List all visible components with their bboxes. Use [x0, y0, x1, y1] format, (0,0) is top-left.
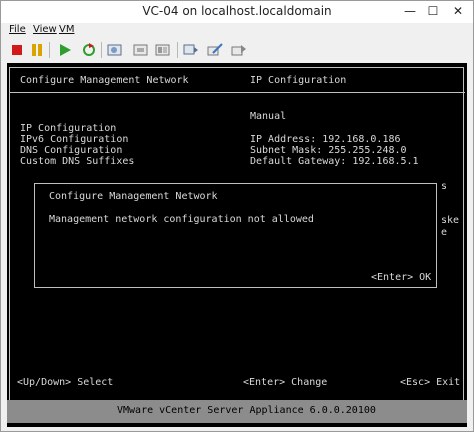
- play-icon: [60, 44, 71, 56]
- menu-bar: File View VM: [1, 23, 473, 39]
- vm-console[interactable]: Configure Management Network IP Configur…: [7, 63, 467, 427]
- status-footer: VMware vCenter Server Appliance 6.0.0.20…: [7, 400, 467, 423]
- console-icon: [183, 44, 198, 55]
- toolbar: [1, 39, 473, 61]
- hint-change: <Enter> Change: [243, 377, 328, 388]
- menu-view[interactable]: View: [33, 24, 57, 35]
- dialog-ok-button[interactable]: <Enter> OK: [371, 272, 431, 284]
- menu-vm[interactable]: VM: [59, 24, 74, 35]
- stop-icon: [12, 45, 22, 55]
- manage-snapshot-icon: [155, 44, 170, 56]
- console-window: VC-04 on localhost.localdomain — ☐ ✕ Fil…: [0, 0, 474, 432]
- pause-icon: [32, 44, 42, 56]
- menu-item-custom-dns-suffixes[interactable]: Custom DNS Suffixes: [20, 156, 134, 168]
- console-button[interactable]: [183, 42, 199, 58]
- toolbar-separator: [49, 42, 50, 58]
- reset-button[interactable]: [81, 42, 97, 58]
- close-button[interactable]: ✕: [445, 3, 471, 19]
- default-gateway: Default Gateway: 192.168.5.1: [250, 156, 419, 167]
- obscured-text-ske: ske: [441, 215, 460, 226]
- revert-snapshot-button[interactable]: [133, 42, 149, 58]
- maximize-button[interactable]: ☐: [422, 3, 444, 19]
- minimize-button[interactable]: —: [399, 3, 421, 19]
- dialog-message: Management network configuration not all…: [49, 214, 314, 225]
- ip-mode: Manual: [250, 111, 287, 122]
- obscured-text-e: e: [441, 227, 448, 238]
- hint-exit: <Esc> Exit: [400, 377, 461, 388]
- header-right: IP Configuration: [250, 75, 347, 86]
- reset-icon: [83, 43, 95, 56]
- power-on-button[interactable]: [57, 42, 73, 58]
- appliance-version: VMware vCenter Server Appliance 6.0.0.20…: [117, 405, 376, 416]
- take-snapshot-button[interactable]: [107, 42, 123, 58]
- dialog-title: Configure Management Network: [49, 191, 218, 202]
- manage-snapshots-button[interactable]: [155, 42, 171, 58]
- toolbar-separator: [177, 42, 178, 58]
- header-left: Configure Management Network: [20, 75, 189, 86]
- obscured-text-s: s: [441, 181, 448, 192]
- edit-settings-icon: [207, 43, 223, 56]
- title-bar: VC-04 on localhost.localdomain — ☐ ✕: [1, 1, 473, 23]
- error-dialog: Configure Management Network Management …: [34, 183, 437, 288]
- hint-select: <Up/Down> Select: [17, 377, 114, 388]
- header-divider: [9, 92, 465, 93]
- toolbar-separator: [101, 42, 102, 58]
- suspend-button[interactable]: [29, 42, 45, 58]
- menu-file[interactable]: File: [9, 24, 26, 35]
- revert-snapshot-icon: [133, 44, 148, 56]
- snapshot-icon: [107, 44, 122, 56]
- power-off-button[interactable]: [9, 42, 25, 58]
- edit-settings-button[interactable]: [207, 42, 223, 58]
- migrate-icon: [231, 45, 246, 56]
- migrate-button[interactable]: [231, 42, 247, 58]
